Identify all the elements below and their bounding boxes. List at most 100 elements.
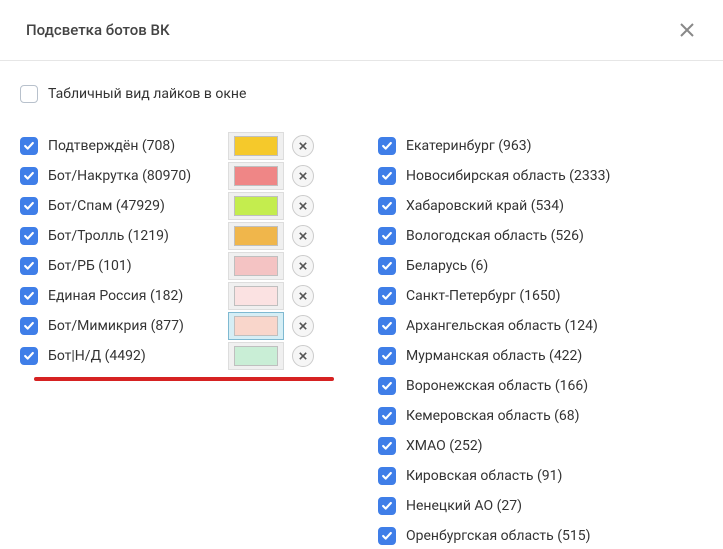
region-row: Оренбургская область (515) xyxy=(378,521,703,549)
category-check-label: Бот/РБ (101) xyxy=(20,257,228,275)
category-row: Бот/Спам (47929) xyxy=(20,191,360,221)
region-label: Екатеринбург (963) xyxy=(406,138,532,154)
region-row: Санкт-Петербург (1650) xyxy=(378,281,703,311)
region-checkbox[interactable] xyxy=(378,257,396,275)
category-check-label: Единая Россия (182) xyxy=(20,287,228,305)
color-swatch-wrap xyxy=(228,312,284,340)
region-label: Санкт-Петербург (1650) xyxy=(406,288,561,304)
region-checkbox[interactable] xyxy=(378,467,396,485)
region-checkbox[interactable] xyxy=(378,167,396,185)
clear-color-button[interactable] xyxy=(292,165,314,187)
category-checkbox[interactable] xyxy=(20,137,38,155)
category-label: Бот/Мимикрия (877) xyxy=(48,318,184,334)
scrollbar[interactable] xyxy=(712,62,720,542)
close-icon xyxy=(679,22,695,38)
region-checkbox[interactable] xyxy=(378,437,396,455)
color-swatch[interactable] xyxy=(234,136,278,156)
region-label: Кировская область (91) xyxy=(406,468,562,484)
category-checkbox[interactable] xyxy=(20,347,38,365)
region-row: Ненецкий АО (27) xyxy=(378,491,703,521)
category-check-label: Бот/Накрутка (80970) xyxy=(20,167,228,185)
category-label: Бот/Спам (47929) xyxy=(48,198,165,214)
region-label: Воронежская область (166) xyxy=(406,378,588,394)
category-check-label: Бот/Тролль (1219) xyxy=(20,227,228,245)
region-row: Новосибирская область (2333) xyxy=(378,161,703,191)
region-row: Кемеровская область (68) xyxy=(378,401,703,431)
category-row: Бот/Мимикрия (877) xyxy=(20,311,360,341)
region-checkbox[interactable] xyxy=(378,287,396,305)
category-label: Бот|Н/Д (4492) xyxy=(48,348,146,364)
region-label: Беларусь (6) xyxy=(406,258,488,274)
category-row: Бот/РБ (101) xyxy=(20,251,360,281)
region-checkbox[interactable] xyxy=(378,347,396,365)
red-underline-annotation xyxy=(34,377,334,381)
color-swatch[interactable] xyxy=(234,256,278,276)
category-checkbox[interactable] xyxy=(20,257,38,275)
clear-color-button[interactable] xyxy=(292,315,314,337)
region-checkbox[interactable] xyxy=(378,137,396,155)
region-checkbox[interactable] xyxy=(378,227,396,245)
category-row: Бот/Тролль (1219) xyxy=(20,221,360,251)
region-row: ХМАО (252) xyxy=(378,431,703,461)
table-view-option: Табличный вид лайков в окне xyxy=(20,85,703,103)
color-swatch[interactable] xyxy=(234,196,278,216)
color-swatch[interactable] xyxy=(234,226,278,246)
region-row: Мурманская область (422) xyxy=(378,341,703,371)
region-checkbox[interactable] xyxy=(378,197,396,215)
category-label: Подтверждён (708) xyxy=(48,138,175,154)
region-row: Вологодская область (526) xyxy=(378,221,703,251)
category-checkbox[interactable] xyxy=(20,227,38,245)
color-swatch-wrap xyxy=(228,222,284,250)
region-row: Хабаровский край (534) xyxy=(378,191,703,221)
category-row: Бот|Н/Д (4492) xyxy=(20,341,360,371)
region-checkbox[interactable] xyxy=(378,497,396,515)
category-checkbox[interactable] xyxy=(20,317,38,335)
clear-color-button[interactable] xyxy=(292,225,314,247)
category-label: Бот/РБ (101) xyxy=(48,258,132,274)
color-swatch-wrap xyxy=(228,252,284,280)
clear-color-button[interactable] xyxy=(292,285,314,307)
region-checkbox[interactable] xyxy=(378,527,396,545)
region-label: Вологодская область (526) xyxy=(406,228,584,244)
clear-color-button[interactable] xyxy=(292,345,314,367)
region-checkbox[interactable] xyxy=(378,407,396,425)
dialog-title: Подсветка ботов ВК xyxy=(26,21,170,39)
category-row: Единая Россия (182) xyxy=(20,281,360,311)
category-check-label: Подтверждён (708) xyxy=(20,137,228,155)
clear-color-button[interactable] xyxy=(292,255,314,277)
region-label: ХМАО (252) xyxy=(406,438,483,454)
color-swatch-wrap xyxy=(228,192,284,220)
region-checkbox[interactable] xyxy=(378,377,396,395)
clear-color-button[interactable] xyxy=(292,195,314,217)
category-row: Подтверждён (708) xyxy=(20,131,360,161)
color-swatch[interactable] xyxy=(234,346,278,366)
category-checkbox[interactable] xyxy=(20,167,38,185)
color-swatch-wrap xyxy=(228,342,284,370)
category-checkbox[interactable] xyxy=(20,287,38,305)
color-swatch[interactable] xyxy=(234,286,278,306)
categories-column: Подтверждён (708) Бот/Накрутка (80970) Бот… xyxy=(20,131,360,371)
dialog-header: Подсветка ботов ВК xyxy=(0,0,723,61)
region-checkbox[interactable] xyxy=(378,317,396,335)
region-label: Кемеровская область (68) xyxy=(406,408,580,424)
region-row: Архангельская область (124) xyxy=(378,311,703,341)
category-label: Бот/Тролль (1219) xyxy=(48,228,169,244)
dialog-content: Табличный вид лайков в окне Подтверждён … xyxy=(0,61,723,549)
category-label: Единая Россия (182) xyxy=(48,288,183,304)
region-label: Мурманская область (422) xyxy=(406,348,582,364)
close-button[interactable] xyxy=(677,20,697,40)
color-swatch[interactable] xyxy=(234,166,278,186)
clear-color-button[interactable] xyxy=(292,135,314,157)
table-view-label: Табличный вид лайков в окне xyxy=(48,86,246,102)
color-swatch[interactable] xyxy=(234,316,278,336)
category-check-label: Бот/Мимикрия (877) xyxy=(20,317,228,335)
category-label: Бот/Накрутка (80970) xyxy=(48,168,191,184)
category-checkbox[interactable] xyxy=(20,197,38,215)
region-row: Воронежская область (166) xyxy=(378,371,703,401)
color-swatch-wrap xyxy=(228,282,284,310)
table-view-checkbox[interactable] xyxy=(20,85,38,103)
category-row: Бот/Накрутка (80970) xyxy=(20,161,360,191)
category-check-label: Бот/Спам (47929) xyxy=(20,197,228,215)
region-label: Архангельская область (124) xyxy=(406,318,598,334)
region-label: Хабаровский край (534) xyxy=(406,198,564,214)
